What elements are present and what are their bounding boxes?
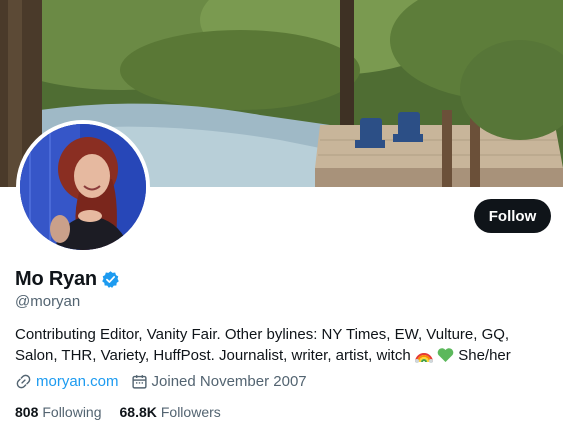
joined-item: Joined November 2007 [131,373,307,390]
following-stat[interactable]: 808 Following [15,404,102,420]
calendar-icon [131,373,148,390]
following-count: 808 [15,404,39,420]
website-link[interactable]: moryan.com [36,373,119,390]
profile-stats-row: 808 Following 68.8K Followers [15,404,239,420]
following-label: Following [42,404,102,420]
profile-bio: Contributing Editor, Vanity Fair. Other … [15,324,555,369]
profile-avatar[interactable] [16,120,150,254]
followers-label: Followers [160,404,221,420]
followers-stat[interactable]: 68.8K Followers [120,404,221,420]
bio-pronouns: She/her [458,347,511,364]
profile-handle: @moryan [15,293,81,310]
profile-name-row: Mo Ryan [15,268,120,291]
website-item: moryan.com [15,373,119,390]
profile-meta-row: moryan.com Joined November 2007 [15,373,319,390]
bio-text: Contributing Editor, Vanity Fair. Other … [15,326,510,364]
verified-badge-icon[interactable] [101,270,120,289]
follow-button[interactable]: Follow [474,199,551,233]
display-name: Mo Ryan [15,268,97,290]
green-heart-emoji-icon [437,347,454,369]
joined-date: Joined November 2007 [151,373,307,390]
link-icon [15,373,32,390]
rainbow-emoji-icon [414,347,433,369]
followers-count: 68.8K [119,404,157,420]
